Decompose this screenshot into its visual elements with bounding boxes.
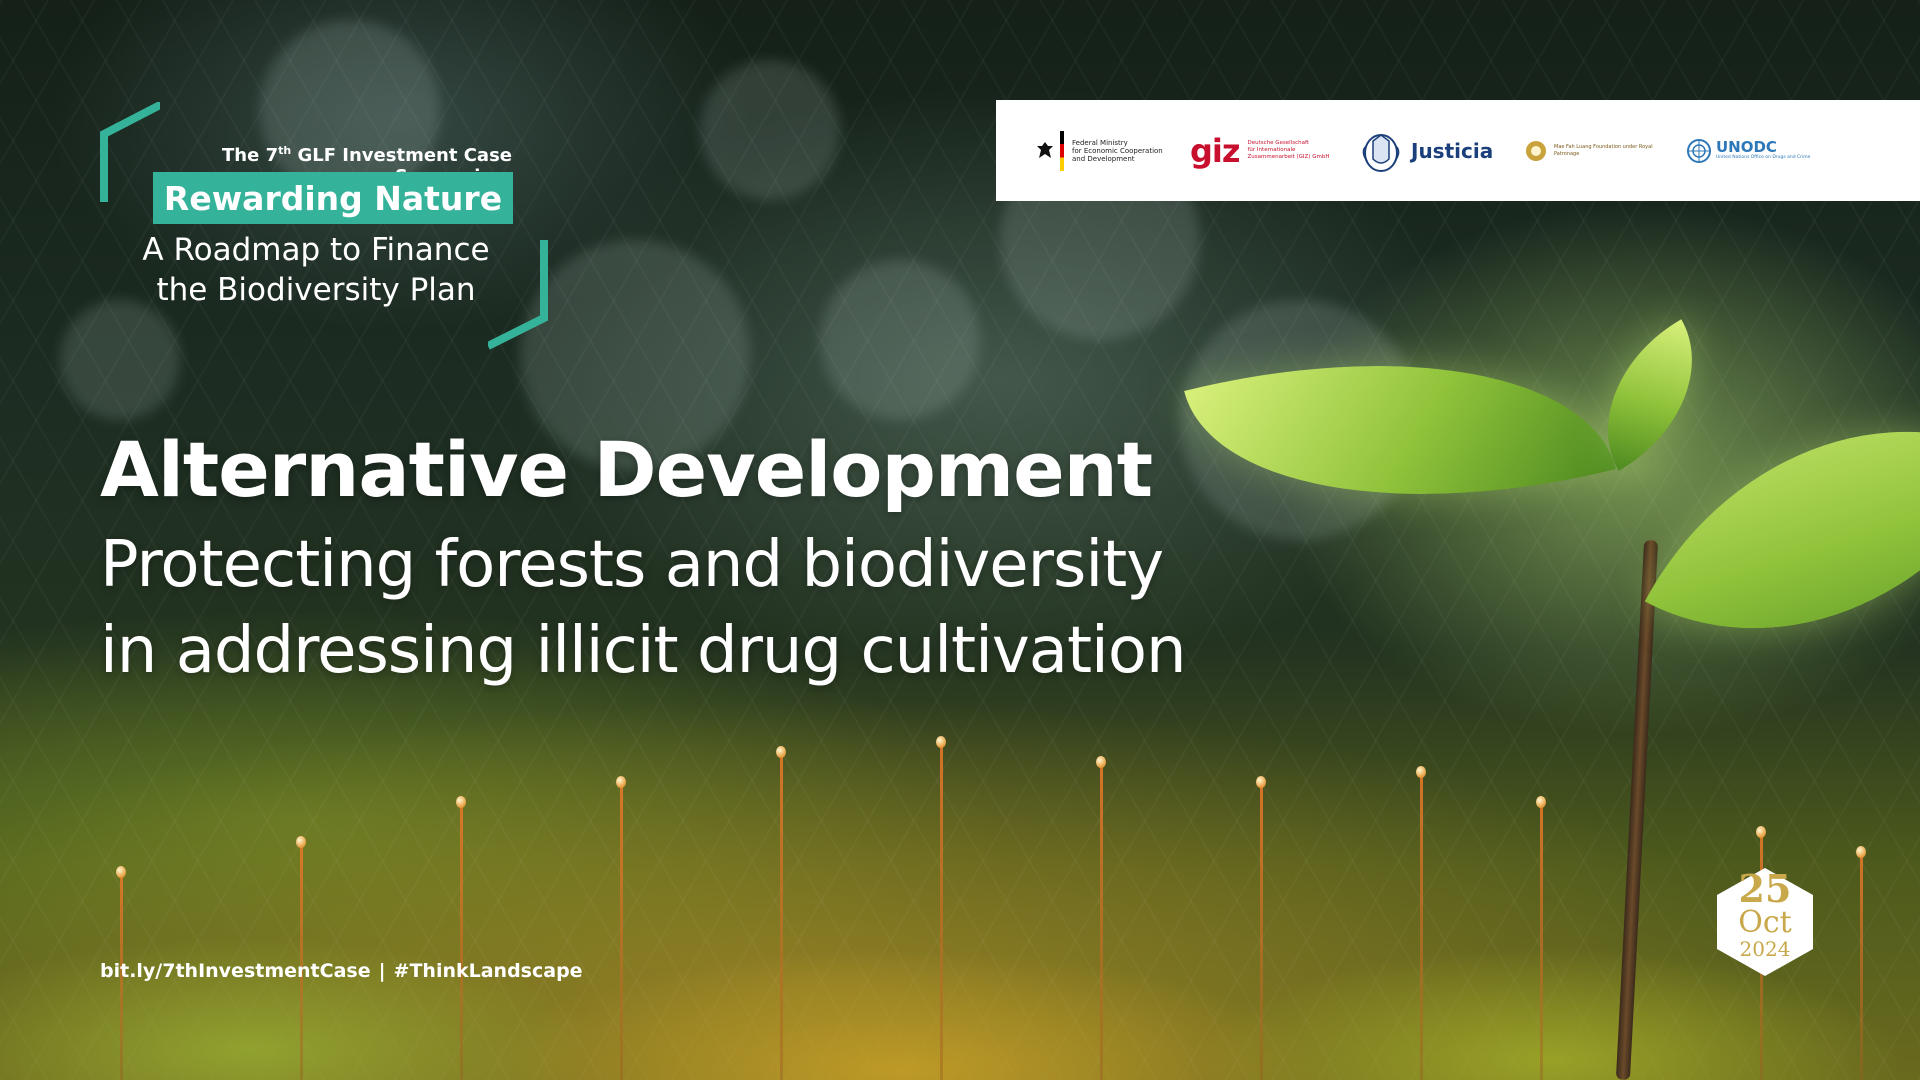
water-drop [1096, 756, 1106, 768]
justicia-wordmark: Justicia [1411, 138, 1494, 163]
symposium-tag: Rewarding Nature [153, 172, 513, 224]
mae-fah-luang-text: Mae Fah Luang Foundation under Royal Pat… [1554, 143, 1653, 157]
bmz-logo: Federal Ministry for Economic Cooperatio… [1036, 100, 1182, 201]
unodc-text: UNODC United Nations Office on Drugs and… [1716, 140, 1826, 161]
event-link[interactable]: bit.ly/7thInvestmentCase [100, 960, 371, 982]
giz-wordmark: giz [1190, 131, 1240, 170]
date-day: 25 [1738, 866, 1792, 911]
justicia-logo: Justicia [1359, 100, 1493, 201]
unodc-logo: UNODC United Nations Office on Drugs and… [1686, 100, 1826, 201]
un-emblem-icon [1687, 138, 1711, 163]
date-badge: 25 Oct 2024 [1709, 866, 1821, 961]
date-month: Oct [1738, 905, 1792, 940]
giz-logo: giz Deutsche Gesellschaft für Internatio… [1190, 100, 1333, 201]
german-eagle-icon [1037, 141, 1053, 158]
symposium-roadmap-text: A Roadmap to Finance the Biodiversity Pl… [142, 232, 490, 308]
moss-stalk [940, 740, 943, 1080]
date-year: 2024 [1739, 937, 1791, 961]
moss-stalk [1260, 780, 1263, 1080]
banner: Federal Ministry for Economic Cooperatio… [0, 0, 1920, 1080]
moss-stalk [780, 750, 783, 1080]
water-drop [1536, 796, 1546, 808]
unodc-wordmark: UNODC [1716, 138, 1777, 156]
unodc-subtitle: United Nations Office on Drugs and Crime [1716, 155, 1811, 160]
moss-stalk [1420, 770, 1423, 1080]
giz-text: Deutsche Gesellschaft für Internationale… [1247, 140, 1330, 160]
moss-stalk [1860, 850, 1863, 1080]
water-drop [936, 736, 946, 748]
german-flag-stripe [1060, 130, 1064, 171]
hashtag[interactable]: #ThinkLandscape [394, 960, 583, 982]
moss-stalk [620, 780, 623, 1080]
moss-stalk [460, 800, 463, 1080]
water-drop [1256, 776, 1266, 788]
water-drop [116, 866, 126, 878]
water-drop [1856, 846, 1866, 858]
water-drop [1416, 766, 1426, 778]
partner-logo-strip: Federal Ministry for Economic Cooperatio… [996, 100, 1920, 201]
mae-fah-luang-logo: Mae Fah Luang Foundation under Royal Pat… [1524, 100, 1664, 201]
water-drop [456, 796, 466, 808]
moss-stalk [1540, 800, 1543, 1080]
page-title: Alternative Development [100, 425, 1153, 514]
footer-separator: | [378, 960, 386, 982]
bmz-text: Federal Ministry for Economic Cooperatio… [1072, 138, 1163, 163]
colombia-coat-of-arms-icon [1362, 133, 1400, 172]
water-drop [616, 776, 626, 788]
page-subtitle: Protecting forests and biodiversity in a… [100, 528, 1187, 688]
footer-links: bit.ly/7thInvestmentCase | #ThinkLandscape [100, 960, 620, 982]
water-drop [1756, 826, 1766, 838]
moss-stalk [1100, 760, 1103, 1080]
mae-fah-luang-emblem-icon [1526, 140, 1546, 161]
water-drop [776, 746, 786, 758]
water-drop [296, 836, 306, 848]
